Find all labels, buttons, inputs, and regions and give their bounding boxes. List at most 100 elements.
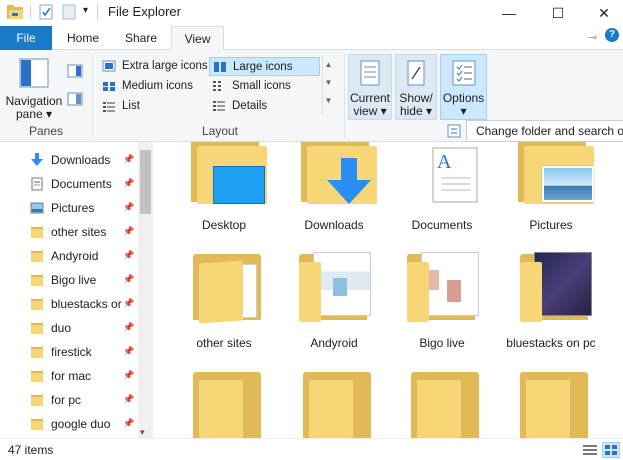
download-arrow-icon xyxy=(31,153,43,166)
layout-extra-large-icons[interactable]: Extra large icons xyxy=(102,57,208,75)
extra-large-icons-label: Extra large icons xyxy=(122,60,208,72)
nav-item-label: Pictures xyxy=(51,201,95,215)
folder-tile[interactable] xyxy=(169,364,279,438)
tab-file[interactable]: File xyxy=(0,26,52,50)
pin-icon[interactable]: 📌 xyxy=(123,418,134,429)
pin-icon[interactable]: 📌 xyxy=(123,346,134,357)
preview-pane-icon[interactable] xyxy=(67,64,83,78)
pin-icon[interactable]: 📌 xyxy=(123,202,134,213)
document-icon xyxy=(31,177,43,191)
customize-qat-icon[interactable]: ▾ xyxy=(83,5,88,21)
nav-item[interactable]: bluestacks or xyxy=(30,292,136,316)
layout-details[interactable]: Details xyxy=(212,97,267,115)
pin-icon[interactable]: 📌 xyxy=(123,178,134,189)
pin-icon[interactable]: 📌 xyxy=(123,226,134,237)
details-icon xyxy=(213,101,225,111)
nav-item-label: bluestacks or xyxy=(51,297,122,311)
folder-tile-andyroid[interactable]: Andyroid xyxy=(279,246,389,352)
folder-tile-bigo-live[interactable]: Bigo live xyxy=(387,246,497,352)
pin-icon[interactable]: 📌 xyxy=(123,394,134,405)
pin-icon[interactable]: 📌 xyxy=(123,370,134,381)
pin-icon[interactable]: 📌 xyxy=(123,274,134,285)
close-button[interactable]: ✕ xyxy=(581,0,623,26)
nav-item[interactable]: Documents xyxy=(30,172,136,196)
tile-label: Documents xyxy=(411,218,473,232)
nav-item[interactable]: Downloads xyxy=(30,148,136,172)
details-view-icon[interactable] xyxy=(582,443,598,457)
item-count: 47 items xyxy=(8,443,54,457)
status-bar: 47 items xyxy=(0,438,623,460)
nav-item[interactable]: duo xyxy=(30,316,136,340)
navigation-pane-button[interactable]: Navigation pane ▾ xyxy=(4,58,64,121)
current-view-label-2: view ▾ xyxy=(353,104,387,118)
extra-large-icons-icon xyxy=(102,60,116,72)
folder-tile-documents[interactable]: A Documents xyxy=(387,142,497,238)
nav-item[interactable]: for mac xyxy=(30,364,136,388)
nav-item-label: for mac xyxy=(51,369,92,383)
options-button[interactable]: Options ▾ xyxy=(440,54,487,120)
pin-ribbon-icon[interactable]: ⊸ xyxy=(588,31,597,44)
folder-tile-pictures[interactable]: Pictures xyxy=(496,142,606,238)
tab-home[interactable]: Home xyxy=(60,26,106,50)
maximize-button[interactable]: ☐ xyxy=(535,0,581,26)
folder-tile[interactable] xyxy=(279,364,389,438)
folder-tile[interactable] xyxy=(496,364,606,438)
medium-icons-icon xyxy=(103,82,115,91)
panes-group-label: Panes xyxy=(28,124,64,138)
large-icons-label: Large icons xyxy=(233,60,293,73)
nav-item[interactable]: Bigo live xyxy=(30,268,136,292)
folder-tile-bluestacks-on-pc[interactable]: bluestacks on pc xyxy=(496,246,606,352)
current-view-button[interactable]: Current view ▾ xyxy=(348,54,392,120)
folder-tile-other-sites[interactable]: other sites xyxy=(169,246,279,352)
layout-gallery-scroll[interactable]: ▲ ▼ ▼ xyxy=(322,56,334,114)
folder-icon xyxy=(31,275,43,286)
pin-icon[interactable]: 📌 xyxy=(123,250,134,261)
document-icon: A xyxy=(432,147,478,203)
layout-small-icons[interactable]: Small icons xyxy=(212,77,291,95)
picture-icon xyxy=(30,202,44,214)
nav-item-label: google duo xyxy=(51,417,111,431)
details-pane-icon[interactable] xyxy=(67,92,83,106)
nav-item[interactable]: Andyroid xyxy=(30,244,136,268)
help-icon[interactable]: ? xyxy=(605,28,619,42)
large-icons-view-icon[interactable] xyxy=(602,442,620,458)
list-label: List xyxy=(122,100,140,112)
pin-icon[interactable]: 📌 xyxy=(123,322,134,333)
tab-view[interactable]: View xyxy=(171,26,224,51)
new-folder-icon[interactable] xyxy=(62,4,76,20)
list-icon xyxy=(103,102,115,112)
nav-item[interactable]: firestick xyxy=(30,340,136,364)
nav-scrollbar-thumb[interactable] xyxy=(140,150,151,214)
nav-item-label: Downloads xyxy=(51,153,111,167)
nav-item-label: firestick xyxy=(51,345,92,359)
folder-icon xyxy=(31,299,43,310)
pin-icon[interactable]: 📌 xyxy=(123,298,134,309)
pin-icon[interactable]: 📌 xyxy=(123,154,134,165)
nav-item[interactable]: for pc xyxy=(30,388,136,412)
file-view: Desktop Downloads A Documents Pictures o… xyxy=(153,142,623,438)
layout-large-icons[interactable]: Large icons xyxy=(209,57,320,76)
nav-item[interactable]: google duo xyxy=(30,412,136,436)
current-view-icon xyxy=(360,60,380,86)
tile-label: Bigo live xyxy=(419,336,465,350)
navigation-pane-icon xyxy=(19,58,49,88)
folder-icon xyxy=(31,419,43,430)
nav-item[interactable]: Pictures xyxy=(30,196,136,220)
nav-item[interactable]: other sites xyxy=(30,220,136,244)
picture-icon xyxy=(542,166,594,202)
folder-tile-downloads[interactable]: Downloads xyxy=(279,142,389,238)
layout-list[interactable]: List xyxy=(102,97,140,115)
folder-tile-desktop[interactable]: Desktop xyxy=(169,142,279,238)
folder-tile[interactable] xyxy=(387,364,497,438)
small-icons-icon xyxy=(213,81,221,91)
minimize-button[interactable]: — xyxy=(486,0,532,26)
tab-share[interactable]: Share xyxy=(116,26,166,50)
tile-label: Downloads xyxy=(304,218,364,232)
properties-icon[interactable] xyxy=(38,4,54,20)
show-hide-button[interactable]: Show/ hide ▾ xyxy=(395,54,437,120)
scroll-down-icon[interactable]: ▾ xyxy=(140,427,145,438)
details-label: Details xyxy=(232,100,268,112)
small-icons-label: Small icons xyxy=(232,80,291,92)
layout-medium-icons[interactable]: Medium icons xyxy=(102,77,193,95)
nav-item-label: Bigo live xyxy=(51,273,97,287)
